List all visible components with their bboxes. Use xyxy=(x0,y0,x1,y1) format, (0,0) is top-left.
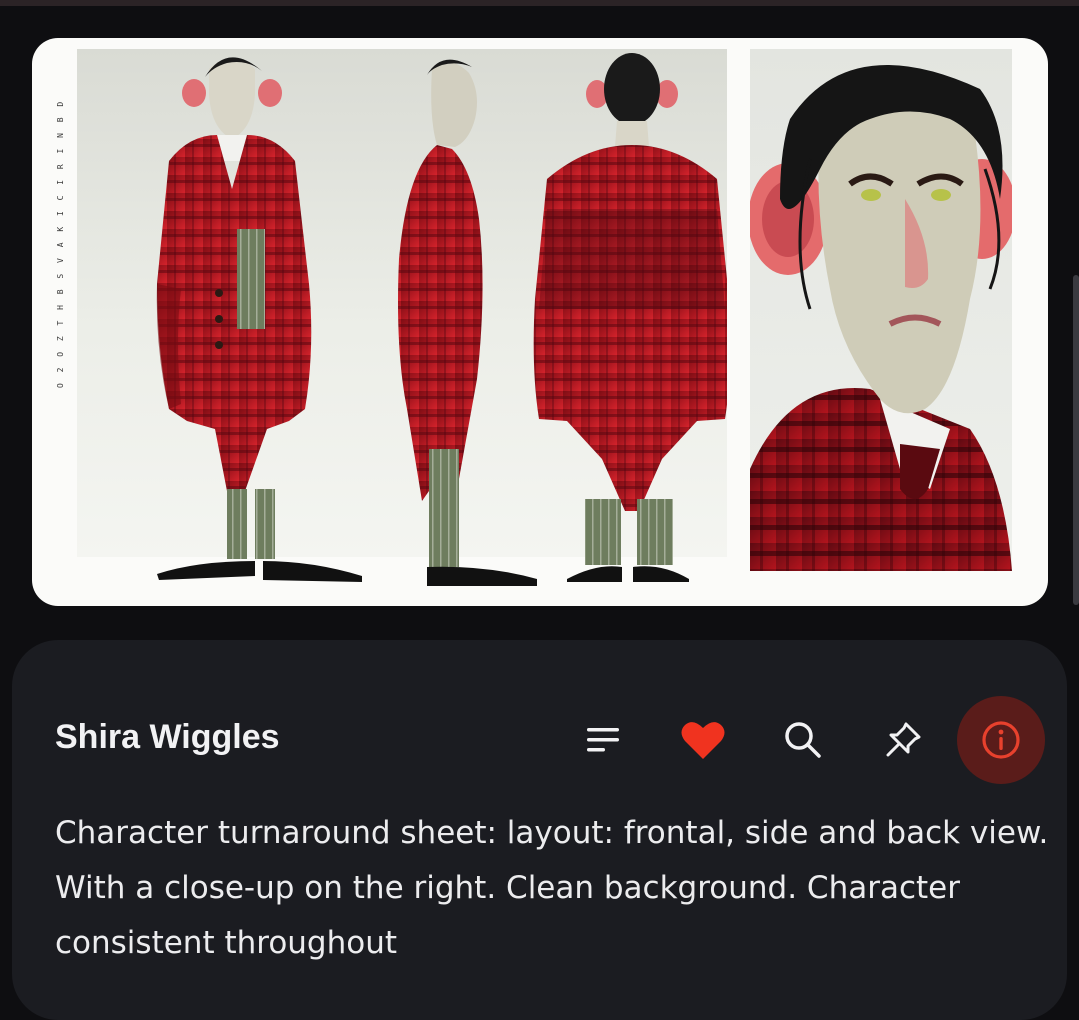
image-details-panel: Shira Wiggles Character turnaround sheet… xyxy=(12,640,1067,1020)
search-button[interactable] xyxy=(759,696,847,784)
generated-image[interactable]: O 2 O Z T H B S V A K I C I R I N B D xyxy=(32,38,1048,606)
menu-button[interactable] xyxy=(559,696,647,784)
prompt-text: Character turnaround sheet: layout: fron… xyxy=(55,815,1049,961)
pin-icon xyxy=(886,722,921,757)
scrollbar[interactable] xyxy=(1073,275,1079,605)
info-icon xyxy=(982,721,1020,759)
heart-icon xyxy=(681,722,725,759)
sheet-vertical-text: O 2 O Z T H B S V A K I C I R I N B D xyxy=(56,98,65,388)
front-view-figure xyxy=(156,57,362,582)
turnaround-figures xyxy=(156,53,727,586)
menu-icon xyxy=(587,728,619,752)
closeup-portrait xyxy=(750,49,1012,571)
top-divider xyxy=(0,0,1079,6)
side-view-figure xyxy=(398,59,537,586)
info-button[interactable] xyxy=(957,696,1045,784)
favorite-button[interactable] xyxy=(659,696,747,784)
search-icon xyxy=(785,722,821,758)
creator-name[interactable]: Shira Wiggles xyxy=(55,718,280,757)
pin-button[interactable] xyxy=(859,696,947,784)
back-view-figure xyxy=(533,53,727,582)
